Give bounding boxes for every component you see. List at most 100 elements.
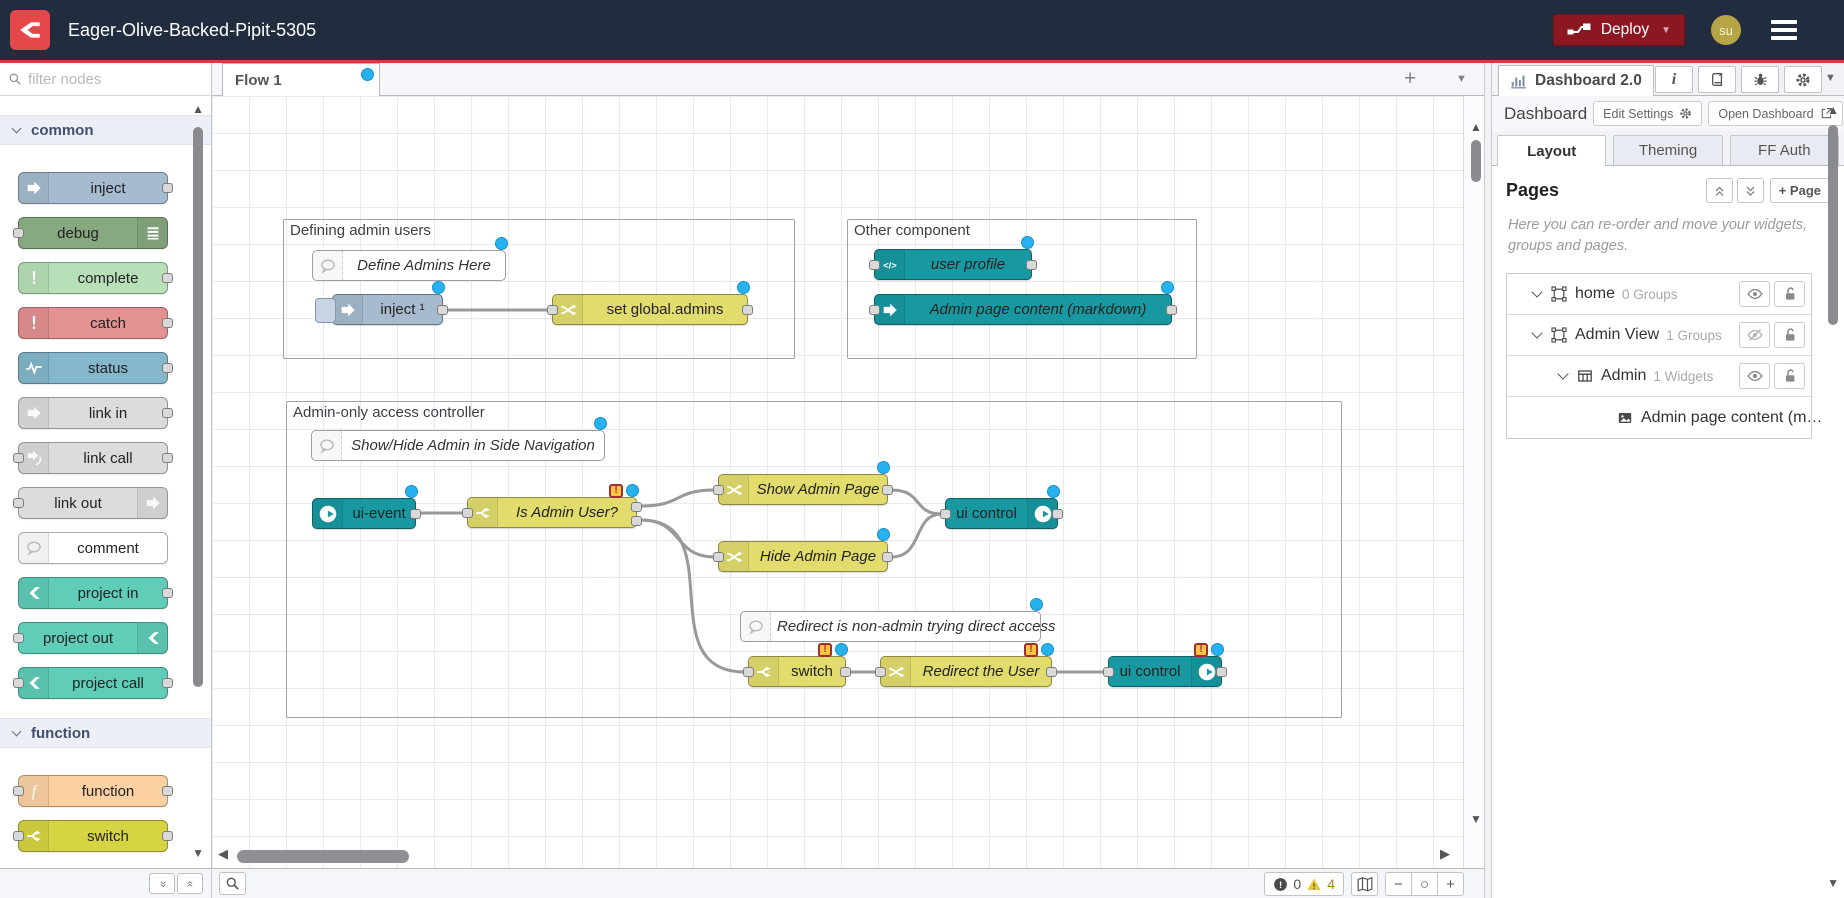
edit-settings-button[interactable]: Edit Settings (1593, 101, 1702, 126)
flow-node-redirect[interactable]: Redirect the User! (880, 656, 1052, 687)
visibility-toggle-button[interactable] (1739, 281, 1770, 307)
palette-scroll-up-icon[interactable]: ▲ (192, 102, 204, 116)
palette-node-debug[interactable]: debug (18, 217, 168, 249)
output-port[interactable] (162, 273, 173, 283)
tab-dashboard-2[interactable]: Dashboard 2.0 (1498, 65, 1654, 96)
output-port[interactable] (1052, 509, 1063, 519)
input-port[interactable] (13, 498, 24, 508)
input-port[interactable] (869, 305, 880, 315)
tab-theming[interactable]: Theming (1613, 135, 1722, 165)
config-tab-button[interactable] (1784, 66, 1822, 93)
palette-node-status[interactable]: status (18, 352, 168, 384)
sidebar-tabs-caret-icon[interactable]: ▼ (1825, 72, 1836, 84)
output-port[interactable] (1046, 667, 1057, 677)
input-port[interactable] (713, 485, 724, 495)
open-dashboard-button[interactable]: Open Dashboard (1708, 101, 1842, 126)
info-tab-button[interactable]: i (1655, 66, 1693, 93)
output-port[interactable] (162, 408, 173, 418)
output-port-1[interactable] (631, 502, 642, 512)
debug-tab-button[interactable] (1741, 66, 1779, 93)
output-port[interactable] (162, 588, 173, 598)
notifications-status-button[interactable]: ! 0 ! 4 (1264, 872, 1344, 896)
user-avatar[interactable]: su (1711, 15, 1741, 45)
main-menu-button[interactable] (1771, 20, 1797, 40)
flow-canvas[interactable]: ▲ ▼ ◀ ▶ Defining admin usersOther compon… (212, 96, 1492, 868)
output-port[interactable] (162, 183, 173, 193)
output-port[interactable] (742, 305, 753, 315)
tab-ff-auth[interactable]: FF Auth (1730, 135, 1839, 165)
tab-flow-1[interactable]: Flow 1 (222, 63, 380, 96)
input-port[interactable] (13, 228, 24, 238)
output-port-2[interactable] (631, 516, 642, 526)
output-port[interactable] (162, 678, 173, 688)
deploy-options-caret-icon[interactable]: ▼ (1661, 25, 1671, 36)
expand-all-button[interactable] (1737, 178, 1764, 203)
chevron-down-icon[interactable] (1531, 327, 1542, 338)
palette-node-switch[interactable]: switch (18, 820, 168, 852)
palette-scroll-down-icon[interactable]: ▼ (192, 846, 204, 860)
navigator-button[interactable] (1351, 872, 1378, 896)
deploy-button[interactable]: Deploy ▼ (1553, 14, 1685, 46)
palette-node-link-in[interactable]: link in (18, 397, 168, 429)
tree-row-admin[interactable]: Admin1 Widgets (1507, 356, 1811, 397)
sidebar-scrollbar-thumb[interactable] (1828, 125, 1838, 325)
palette-node-function[interactable]: ffunction (18, 775, 168, 807)
inject-trigger-button[interactable] (315, 298, 336, 323)
palette-node-project-call[interactable]: project call (18, 667, 168, 699)
flow-node-user-profile[interactable]: </>user profile (874, 249, 1032, 280)
lock-toggle-button[interactable] (1774, 363, 1805, 389)
flow-node-set-admins[interactable]: set global.admins (552, 294, 748, 325)
canvas-scroll-down-icon[interactable]: ▼ (1470, 812, 1482, 826)
input-port[interactable] (13, 786, 24, 796)
lock-toggle-button[interactable] (1774, 322, 1805, 348)
flow-comment-c2[interactable]: Show/Hide Admin in Side Navigation (311, 430, 605, 461)
visibility-toggle-button[interactable] (1739, 363, 1770, 389)
palette-filter-input[interactable] (28, 71, 178, 88)
add-flow-button[interactable]: + (1404, 67, 1416, 91)
canvas-search-button[interactable] (219, 872, 246, 895)
output-port[interactable] (882, 485, 893, 495)
tab-layout[interactable]: Layout (1497, 135, 1606, 166)
input-port[interactable] (462, 508, 473, 518)
palette-node-complete[interactable]: complete (18, 262, 168, 294)
zoom-reset-button[interactable]: ○ (1411, 872, 1438, 896)
flow-comment-c1[interactable]: Define Admins Here (312, 250, 506, 281)
help-tab-button[interactable] (1698, 66, 1736, 93)
flow-node-ui-control-2[interactable]: ui control! (1108, 656, 1222, 687)
visibility-toggle-button[interactable] (1739, 322, 1770, 348)
input-port[interactable] (743, 667, 754, 677)
sidebar-splitter[interactable] (1484, 63, 1492, 898)
collapse-all-button[interactable] (1706, 178, 1733, 203)
zoom-out-button[interactable]: − (1385, 872, 1412, 896)
input-port[interactable] (875, 667, 886, 677)
flow-node-admin-content[interactable]: Admin page content (markdown) (874, 294, 1172, 325)
sidebar-scroll-up-icon[interactable]: ▲ (1827, 103, 1839, 117)
chevron-down-icon[interactable] (1531, 286, 1542, 297)
flow-comment-c3[interactable]: Redirect is non-admin trying direct acce… (740, 611, 1041, 642)
app-logo-icon[interactable] (10, 10, 50, 50)
wire[interactable] (891, 490, 942, 514)
wire[interactable] (891, 514, 942, 557)
flow-node-ui-event[interactable]: ui-event (312, 498, 416, 529)
palette-category-function[interactable]: function (0, 718, 211, 748)
output-port[interactable] (162, 831, 173, 841)
output-port[interactable] (162, 318, 173, 328)
sidebar-scroll-down-icon[interactable]: ▼ (1827, 876, 1839, 890)
flow-node-hide-admin[interactable]: Hide Admin Page (718, 541, 888, 572)
lock-toggle-button[interactable] (1774, 281, 1805, 307)
palette-node-project-in[interactable]: project in (18, 577, 168, 609)
palette-expand-all-button[interactable]: « (177, 873, 203, 894)
flow-node-inject[interactable]: inject ¹ (332, 294, 443, 325)
wire[interactable] (641, 490, 715, 506)
canvas-scroll-up-icon[interactable]: ▲ (1470, 120, 1482, 134)
flow-list-caret-icon[interactable]: ▼ (1456, 73, 1467, 85)
output-port[interactable] (882, 552, 893, 562)
palette-scrollbar-thumb[interactable] (193, 127, 203, 687)
input-port[interactable] (13, 678, 24, 688)
palette-node-inject[interactable]: inject (18, 172, 168, 204)
palette-node-comment[interactable]: comment (18, 532, 168, 564)
input-port[interactable] (547, 305, 558, 315)
flow-node-is-admin[interactable]: Is Admin User?! (467, 497, 637, 528)
input-port[interactable] (940, 509, 951, 519)
output-port[interactable] (1026, 260, 1037, 270)
